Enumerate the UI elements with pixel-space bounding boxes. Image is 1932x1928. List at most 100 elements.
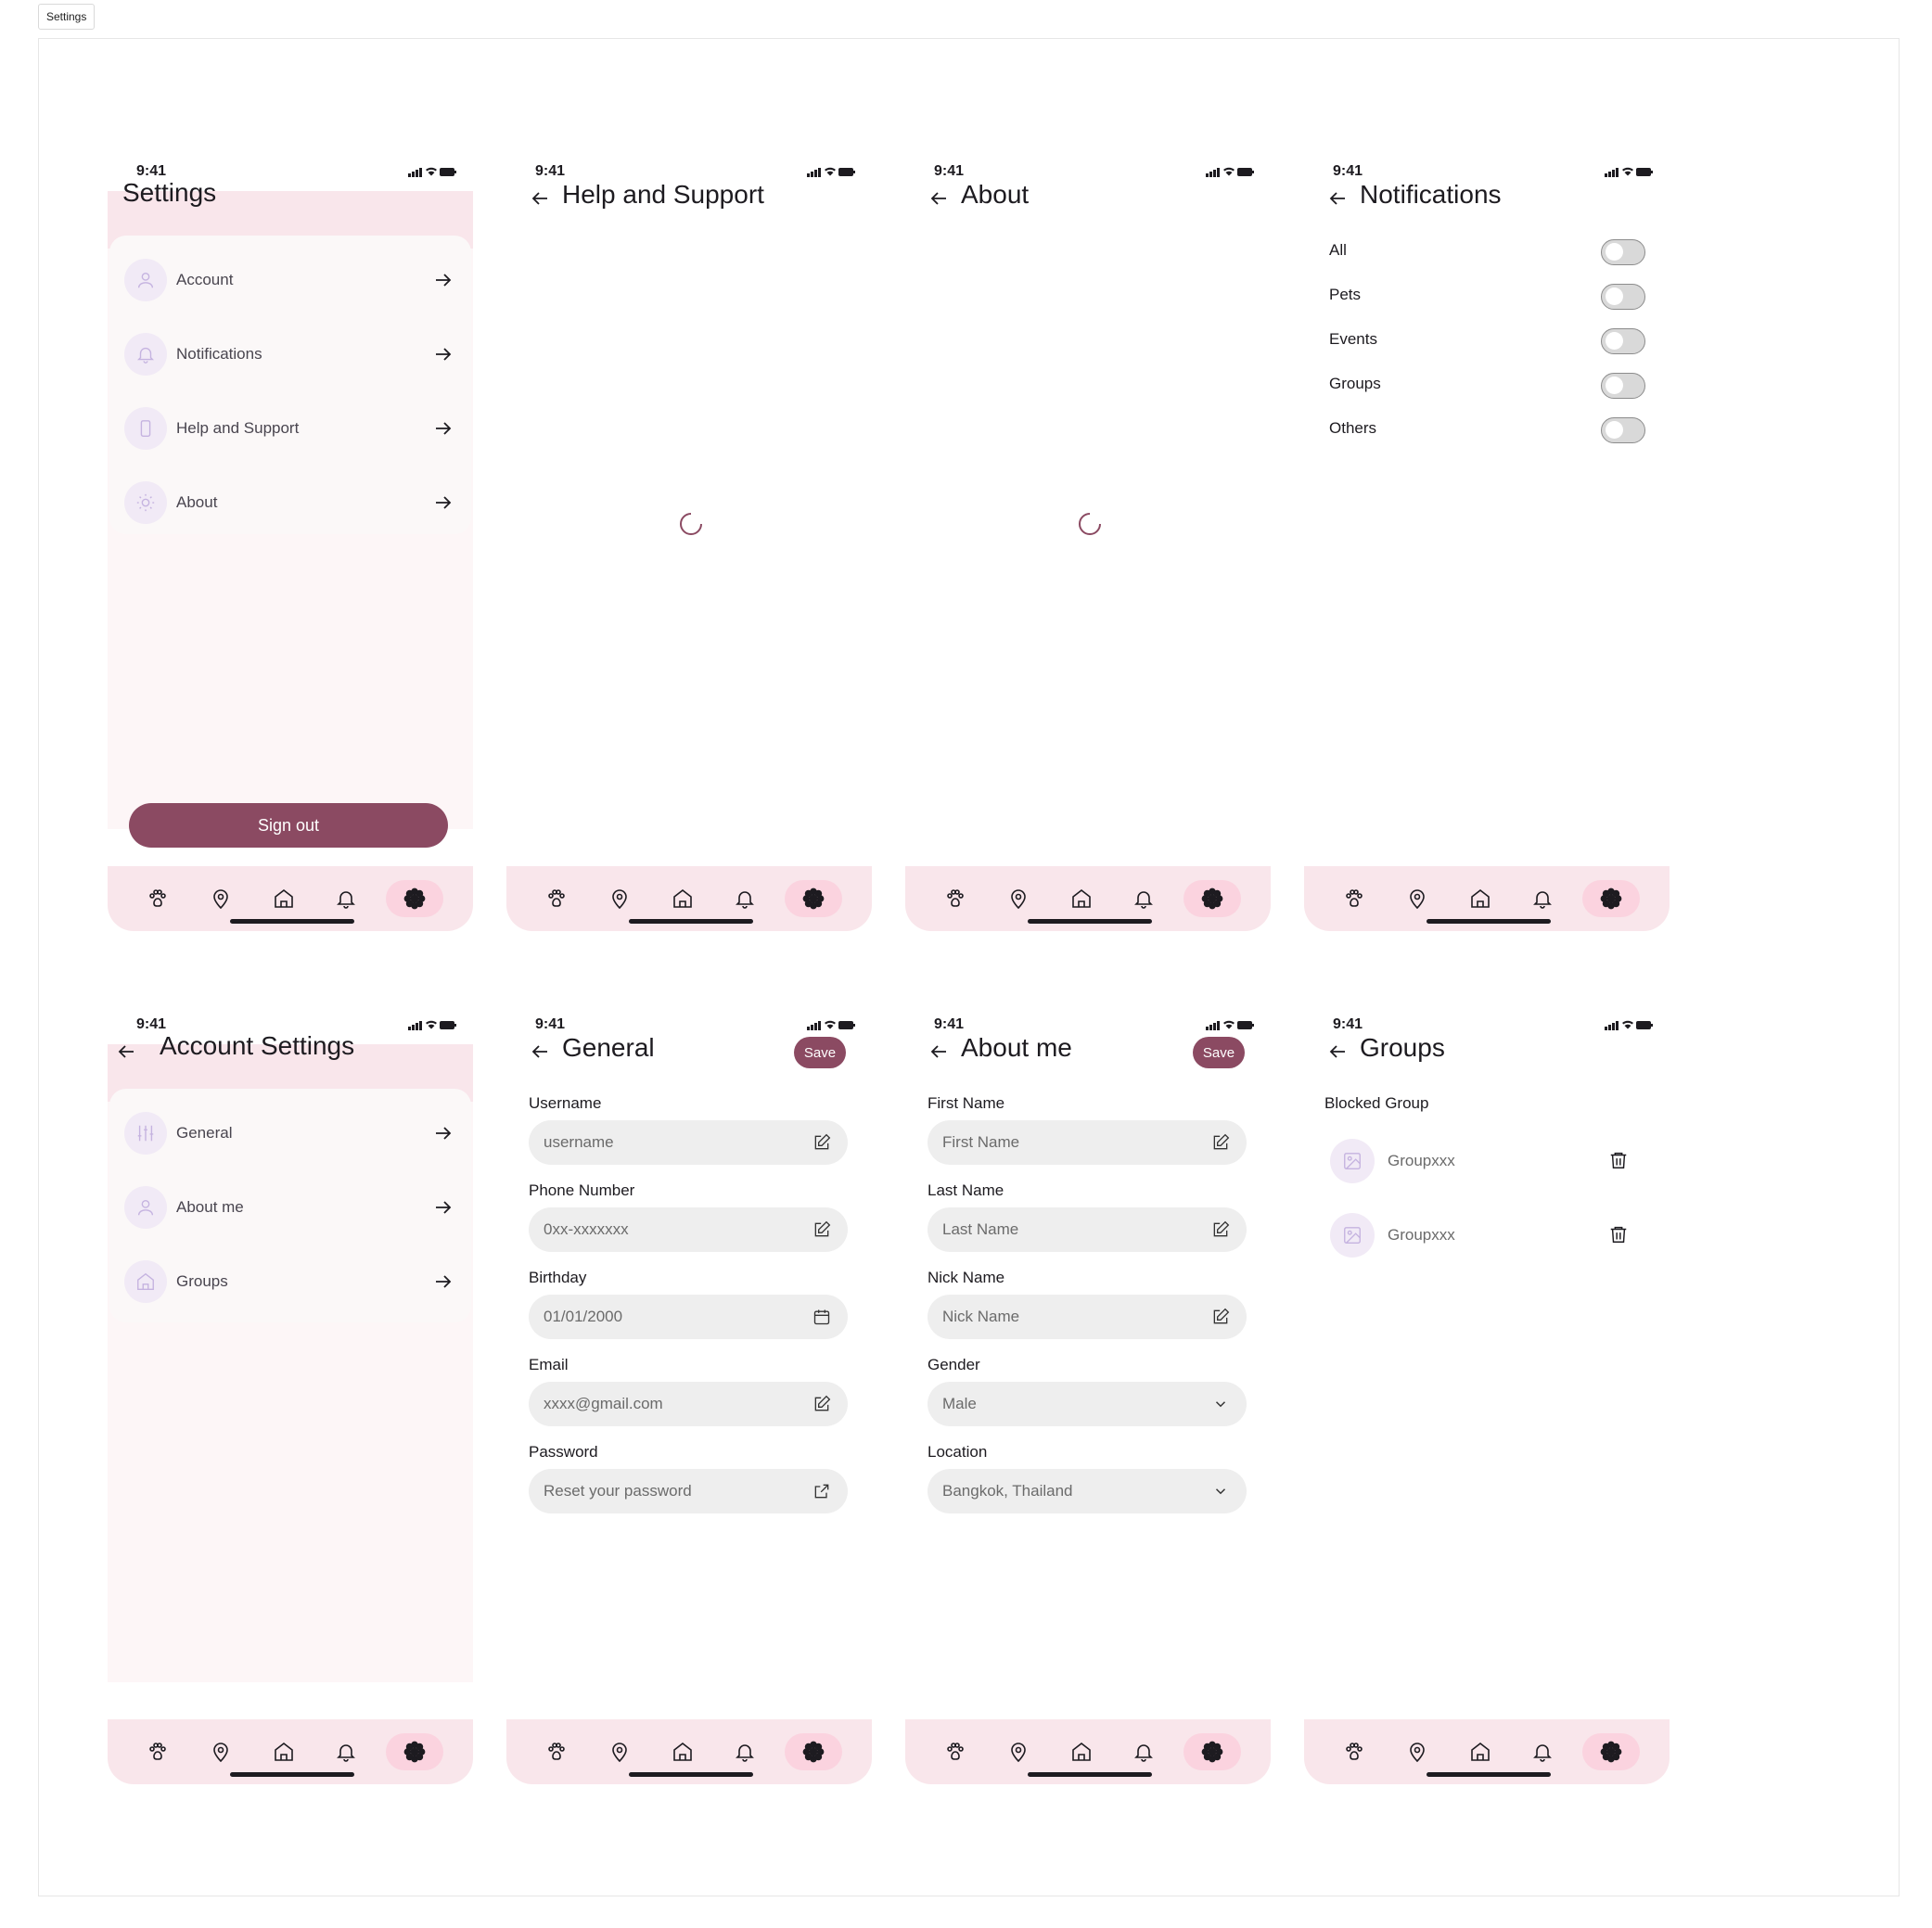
- bell-icon[interactable]: [1524, 1733, 1561, 1770]
- back-arrow-icon[interactable]: [529, 1041, 551, 1063]
- first-name-field[interactable]: First Name: [928, 1120, 1247, 1165]
- back-arrow-icon[interactable]: [928, 187, 950, 210]
- toggle-groups[interactable]: [1601, 373, 1645, 399]
- username-field[interactable]: username: [529, 1120, 848, 1165]
- settings-item-about[interactable]: About: [121, 475, 460, 530]
- bell-icon[interactable]: [327, 1733, 365, 1770]
- edit-icon[interactable]: [811, 1393, 833, 1415]
- back-arrow-icon[interactable]: [928, 1041, 950, 1063]
- field-label: Nick Name: [928, 1269, 1005, 1286]
- paw-icon[interactable]: [538, 1733, 575, 1770]
- settings-item-help[interactable]: Help and Support: [121, 401, 460, 456]
- trash-icon[interactable]: [1608, 1224, 1629, 1249]
- location-pin-icon[interactable]: [202, 1733, 239, 1770]
- home-icon[interactable]: [1063, 1733, 1100, 1770]
- last-name-field[interactable]: Last Name: [928, 1207, 1247, 1252]
- bell-icon[interactable]: [1125, 1733, 1162, 1770]
- bell-icon[interactable]: [327, 880, 365, 917]
- save-button[interactable]: Save: [1193, 1037, 1245, 1068]
- calendar-icon[interactable]: [811, 1306, 833, 1328]
- arrow-right-icon: [432, 269, 454, 296]
- flower-icon[interactable]: [1582, 880, 1640, 917]
- nick-name-field[interactable]: Nick Name: [928, 1295, 1247, 1339]
- status-icons: [1605, 1018, 1653, 1036]
- status-icons: [408, 165, 456, 183]
- bottom-nav: [108, 866, 473, 931]
- status-time: 9:41: [1333, 163, 1363, 179]
- bell-icon[interactable]: [1524, 880, 1561, 917]
- flower-icon[interactable]: [1582, 1733, 1640, 1770]
- location-pin-icon[interactable]: [1399, 1733, 1436, 1770]
- back-arrow-icon[interactable]: [1326, 1041, 1349, 1063]
- account-item-about-me[interactable]: About me: [121, 1180, 460, 1235]
- settings-item-account[interactable]: Account: [121, 252, 460, 308]
- email-field[interactable]: xxxx@gmail.com: [529, 1382, 848, 1426]
- back-arrow-icon[interactable]: [1326, 187, 1349, 210]
- trash-icon[interactable]: [1608, 1150, 1629, 1175]
- paw-icon[interactable]: [139, 1733, 176, 1770]
- edit-icon[interactable]: [811, 1219, 833, 1241]
- birthday-field[interactable]: 01/01/2000: [529, 1295, 848, 1339]
- status-time: 9:41: [934, 1016, 965, 1032]
- password-field[interactable]: Reset your password: [529, 1469, 848, 1513]
- location-pin-icon[interactable]: [601, 880, 638, 917]
- home-icon[interactable]: [265, 880, 302, 917]
- paw-icon[interactable]: [937, 1733, 974, 1770]
- flower-icon[interactable]: [386, 1733, 443, 1770]
- edit-icon[interactable]: [1209, 1219, 1232, 1241]
- location-select[interactable]: Bangkok, Thailand: [928, 1469, 1247, 1513]
- status-time: 9:41: [1333, 1016, 1363, 1032]
- back-arrow-icon[interactable]: [115, 1041, 137, 1063]
- location-pin-icon[interactable]: [1000, 1733, 1037, 1770]
- bell-icon[interactable]: [726, 880, 763, 917]
- field-placeholder: Reset your password: [544, 1482, 692, 1500]
- loading-spinner-icon: [1078, 512, 1101, 535]
- bell-icon[interactable]: [1125, 880, 1162, 917]
- status-icons: [1206, 165, 1254, 183]
- settings-item-label: Notifications: [176, 345, 262, 363]
- home-icon[interactable]: [1063, 880, 1100, 917]
- account-item-general[interactable]: General: [121, 1105, 460, 1161]
- paw-icon[interactable]: [139, 880, 176, 917]
- flower-icon[interactable]: [386, 880, 443, 917]
- page-title: About: [961, 180, 1030, 209]
- paw-icon[interactable]: [538, 880, 575, 917]
- home-icon[interactable]: [265, 1733, 302, 1770]
- home-indicator: [1028, 1772, 1152, 1777]
- location-pin-icon[interactable]: [202, 880, 239, 917]
- bell-icon[interactable]: [726, 1733, 763, 1770]
- toggle-all[interactable]: [1601, 239, 1645, 265]
- gender-select[interactable]: Male: [928, 1382, 1247, 1426]
- account-item-groups[interactable]: Groups: [121, 1254, 460, 1309]
- save-button[interactable]: Save: [794, 1037, 846, 1068]
- home-icon[interactable]: [1462, 1733, 1499, 1770]
- flower-icon[interactable]: [1184, 880, 1241, 917]
- chevron-down-icon: [1209, 1393, 1232, 1415]
- toggle-others[interactable]: [1601, 417, 1645, 443]
- edit-icon[interactable]: [1209, 1131, 1232, 1154]
- phone-icon: [124, 407, 167, 450]
- external-link-icon[interactable]: [811, 1480, 833, 1502]
- settings-item-label: Help and Support: [176, 419, 300, 437]
- sign-out-button[interactable]: Sign out: [129, 803, 448, 848]
- home-icon[interactable]: [664, 880, 701, 917]
- phone-number-field[interactable]: 0xx-xxxxxxx: [529, 1207, 848, 1252]
- edit-icon[interactable]: [811, 1131, 833, 1154]
- back-arrow-icon[interactable]: [529, 187, 551, 210]
- toggle-events[interactable]: [1601, 328, 1645, 354]
- flower-icon[interactable]: [785, 1733, 842, 1770]
- paw-icon[interactable]: [937, 880, 974, 917]
- flower-icon[interactable]: [1184, 1733, 1241, 1770]
- settings-item-notifications[interactable]: Notifications: [121, 326, 460, 382]
- paw-icon[interactable]: [1336, 1733, 1373, 1770]
- flower-icon[interactable]: [785, 880, 842, 917]
- location-pin-icon[interactable]: [1000, 880, 1037, 917]
- home-icon[interactable]: [1462, 880, 1499, 917]
- page-title: General: [562, 1033, 655, 1062]
- location-pin-icon[interactable]: [1399, 880, 1436, 917]
- home-icon[interactable]: [664, 1733, 701, 1770]
- location-pin-icon[interactable]: [601, 1733, 638, 1770]
- edit-icon[interactable]: [1209, 1306, 1232, 1328]
- paw-icon[interactable]: [1336, 880, 1373, 917]
- toggle-pets[interactable]: [1601, 284, 1645, 310]
